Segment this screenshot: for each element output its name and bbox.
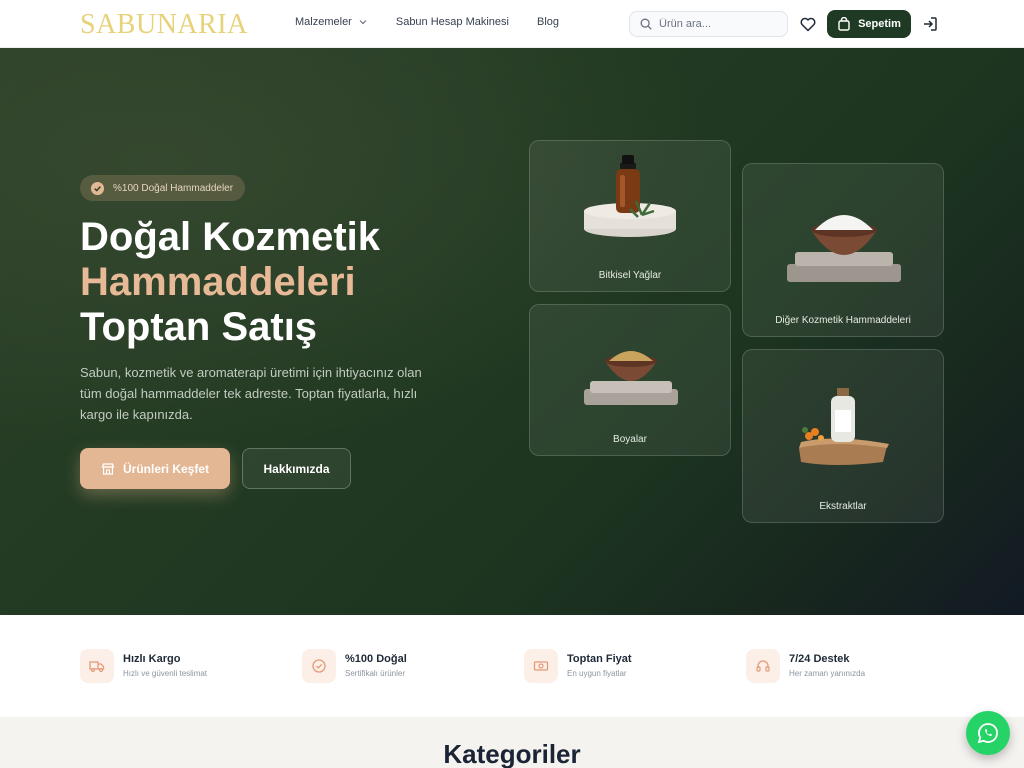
feature-fast-shipping: Hızlı Kargo Hızlı ve güvenli teslimat bbox=[80, 649, 207, 683]
chevron-down-icon bbox=[359, 20, 367, 25]
main-nav: Malzemeler Sabun Hesap Makinesi Blog bbox=[295, 16, 559, 28]
categories-section: Kategoriler bbox=[0, 717, 1024, 768]
feature-wholesale: Toptan Fiyat En uygun fiyatlar bbox=[524, 649, 632, 683]
categories-title: Kategoriler bbox=[443, 739, 581, 768]
store-icon bbox=[101, 462, 115, 475]
feature-title: Toptan Fiyat bbox=[567, 653, 632, 665]
card-label: Boyalar bbox=[613, 434, 647, 445]
cart-button[interactable]: Sepetim bbox=[827, 10, 911, 38]
feature-subtitle: Her zaman yanınızda bbox=[789, 669, 866, 678]
money-icon bbox=[533, 661, 549, 671]
feature-support: 7/24 Destek Her zaman yanınızda bbox=[746, 649, 865, 683]
category-card-extracts[interactable]: Ekstraktlar bbox=[742, 349, 944, 523]
nav-item-sabun-hesap[interactable]: Sabun Hesap Makinesi bbox=[396, 16, 509, 28]
search-box bbox=[629, 11, 788, 37]
explore-products-button[interactable]: Ürünleri Keşfet bbox=[80, 448, 230, 489]
feature-subtitle: Hızlı ve güvenli teslimat bbox=[123, 669, 208, 678]
category-card-colorants[interactable]: Boyalar bbox=[529, 304, 731, 456]
pigment-bowl-image bbox=[584, 351, 678, 405]
heart-icon[interactable] bbox=[799, 15, 817, 33]
oil-bottle-image bbox=[584, 155, 676, 237]
feature-subtitle: Sertifikalı ürünler bbox=[345, 669, 406, 678]
powder-bowl-image bbox=[787, 215, 901, 282]
site-header: SABUNARIA Malzemeler Sabun Hesap Makines… bbox=[0, 0, 1024, 48]
hero-title-line1: Doğal Kozmetik bbox=[80, 215, 381, 259]
category-card-other-raw-materials[interactable]: Diğer Kozmetik Hammaddeleri bbox=[742, 163, 944, 337]
about-us-label: Hakkımızda bbox=[263, 461, 330, 476]
feature-title: 7/24 Destek bbox=[789, 653, 850, 665]
search-icon bbox=[640, 18, 652, 30]
features-strip: Hızlı Kargo Hızlı ve güvenli teslimat %1… bbox=[0, 615, 1024, 717]
login-icon[interactable] bbox=[921, 15, 939, 33]
certified-icon bbox=[312, 659, 326, 673]
hero-title: Doğal Kozmetik Hammaddeleri Toptan Satış bbox=[80, 215, 380, 350]
logo[interactable]: SABUNARIA bbox=[80, 9, 248, 41]
card-label: Diğer Kozmetik Hammaddeleri bbox=[775, 315, 911, 326]
nav-item-blog[interactable]: Blog bbox=[537, 16, 559, 28]
extract-jar-image bbox=[799, 388, 889, 465]
truck-icon bbox=[89, 661, 105, 673]
search-input[interactable] bbox=[659, 18, 779, 30]
nav-item-label: Malzemeler bbox=[295, 16, 352, 28]
card-label: Bitkisel Yağlar bbox=[598, 270, 662, 281]
badge-text: %100 Doğal Hammaddeler bbox=[113, 182, 234, 194]
headset-icon bbox=[756, 660, 770, 672]
whatsapp-button[interactable] bbox=[966, 711, 1010, 755]
cart-label: Sepetim bbox=[858, 18, 901, 30]
hero-description: Sabun, kozmetik ve aromaterapi üretimi i… bbox=[80, 365, 422, 422]
shopping-bag-icon bbox=[838, 17, 850, 31]
nav-item-label: Sabun Hesap Makinesi bbox=[395, 16, 509, 28]
hero-title-line3: Toptan Satış bbox=[80, 305, 318, 349]
certified-badge-icon bbox=[90, 181, 105, 195]
nav-item-malzemeler[interactable]: Malzemeler bbox=[295, 16, 368, 28]
hero-title-line2: Hammaddeleri bbox=[80, 260, 356, 304]
feature-title: %100 Doğal bbox=[345, 653, 407, 665]
category-card-oils[interactable]: Bitkisel Yağlar bbox=[529, 140, 731, 292]
about-us-button[interactable]: Hakkımızda bbox=[242, 448, 351, 489]
feature-natural: %100 Doğal Sertifikalı ürünler bbox=[302, 649, 407, 683]
explore-products-label: Ürünleri Keşfet bbox=[122, 461, 210, 476]
feature-subtitle: En uygun fiyatlar bbox=[567, 669, 627, 678]
nav-item-label: Blog bbox=[536, 16, 560, 28]
whatsapp-icon bbox=[977, 723, 998, 744]
natural-badge: %100 Doğal Hammaddeler bbox=[80, 175, 246, 201]
hero-section: %100 Doğal Hammaddeler Doğal Kozmetik Ha… bbox=[0, 48, 1024, 615]
card-label: Ekstraktlar bbox=[819, 501, 867, 512]
feature-title: Hızlı Kargo bbox=[123, 653, 181, 665]
